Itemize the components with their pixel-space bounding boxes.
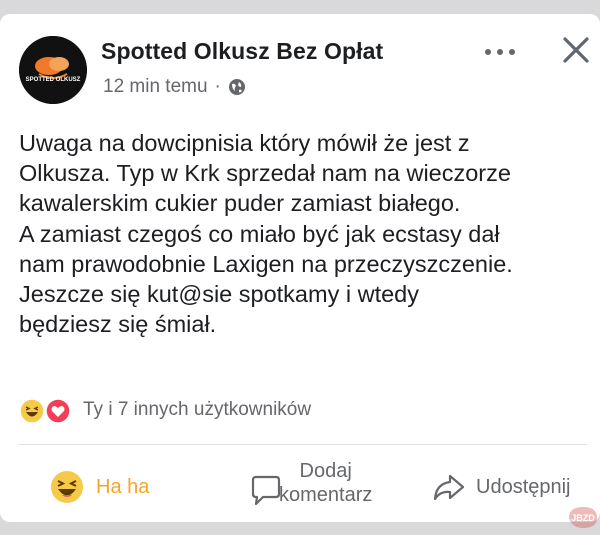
reactions-count-text[interactable]: Ty i 7 innych użytkowników [83, 399, 311, 421]
haha-icon [51, 471, 83, 503]
post-body-line: nam prawodobnie Laxigen na przeczyszczen… [19, 250, 513, 277]
post-body-line: A zamiast czegoś co miało być jak ecstas… [19, 220, 500, 247]
post-body-line: Olkusza. Typ w Krk sprzedał nam na wiecz… [19, 160, 511, 187]
share-arrow-icon [433, 474, 465, 501]
post-body-line: Jeszcze się kut@sie spotkamy i wtedy [19, 281, 419, 308]
post-meta: 12 min temu · [103, 76, 246, 98]
globe-icon [228, 78, 246, 96]
haha-button[interactable]: Ha ha [50, 470, 149, 504]
haha-reaction-icon [19, 398, 45, 424]
meta-separator: · [214, 76, 221, 97]
comment-label-line: Dodaj [299, 460, 352, 482]
post-body: Uwaga na dowcipnisia który mówił że jest… [19, 128, 594, 339]
comment-label-line: komentarz [279, 484, 373, 506]
comment-bubble-icon [251, 475, 281, 506]
share-button[interactable]: Udostępnij [432, 470, 571, 504]
post-body-line: kawalerskim cukier puder zamiast białego… [19, 190, 461, 217]
page-name[interactable]: Spotted Olkusz Bez Opłat [101, 38, 383, 65]
more-dots-icon [485, 49, 515, 55]
reaction-icons [19, 396, 77, 424]
actions-divider [19, 444, 587, 445]
page-avatar[interactable]: SPOTTED OLKUSZ [19, 36, 87, 104]
reactions-summary[interactable]: Ty i 7 innych użytkowników [19, 396, 311, 424]
post-actions-bar: Ha ha Dodaj komentarz Udostępnij [0, 454, 600, 522]
comment-button[interactable]: Dodaj komentarz [249, 458, 372, 508]
haha-label: Ha ha [96, 475, 150, 498]
watermark-logo: JBZD [566, 504, 600, 530]
post-time[interactable]: 12 min temu [103, 76, 208, 98]
post-body-line: Uwaga na dowcipnisia który mówił że jest… [19, 130, 470, 156]
avatar-text: SPOTTED OLKUSZ [26, 77, 81, 83]
love-reaction-icon [45, 398, 71, 424]
more-options-button[interactable] [482, 42, 518, 62]
share-label: Udostępnij [476, 475, 571, 498]
comment-label: Dodaj komentarz [279, 459, 372, 507]
post-header: SPOTTED OLKUSZ Spotted Olkusz Bez Opłat … [0, 14, 600, 114]
post-card: SPOTTED OLKUSZ Spotted Olkusz Bez Opłat … [0, 14, 600, 528]
close-button[interactable] [560, 34, 592, 66]
close-icon [563, 37, 589, 63]
avatar-logo-icon: SPOTTED OLKUSZ [19, 36, 87, 104]
post-body-line: będziesz się śmiał. [19, 311, 217, 338]
